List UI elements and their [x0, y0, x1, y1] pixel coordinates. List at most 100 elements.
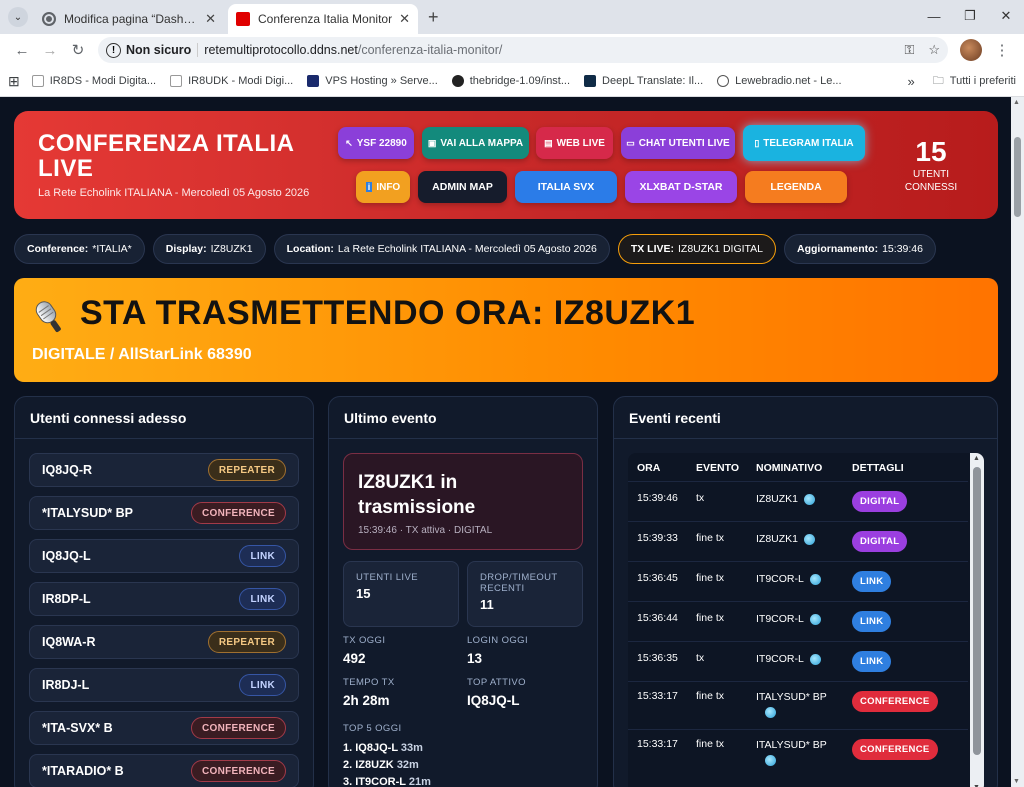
reload-icon[interactable]: ↻ — [64, 36, 92, 64]
connected-counter: 15 UTENTI CONNESSI — [886, 137, 976, 194]
last-event-card: IZ8UZK1 in trasmissione 15:39:46 · TX at… — [343, 453, 583, 550]
restore-button[interactable]: ❐ — [952, 0, 988, 32]
globe-icon[interactable] — [765, 706, 776, 718]
address-bar[interactable]: ! Non sicuro retemultiprotocollo.ddns.ne… — [98, 37, 948, 63]
table-scrollbar[interactable]: ▲ ▼ — [970, 453, 984, 787]
stat-label: UTENTI LIVE — [356, 572, 418, 583]
chat-button[interactable]: ▭ CHAT UTENTI LIVE — [621, 127, 735, 159]
stat-value: 11 — [480, 597, 494, 612]
type-badge: LINK — [239, 545, 286, 567]
globe-icon[interactable] — [809, 653, 821, 665]
italia-svx-button[interactable]: ITALIA SVX — [515, 171, 617, 203]
new-tab-button[interactable]: + — [428, 7, 439, 28]
window-controls: — ❐ ✕ — [916, 0, 1024, 32]
globe-icon[interactable] — [809, 613, 821, 625]
bookmark-item[interactable]: VPS Hosting » Serve... — [307, 75, 438, 87]
web-live-button[interactable]: ▤ WEB LIVE — [536, 127, 613, 159]
pill-value: 15:39:46 — [882, 243, 923, 255]
close-window-button[interactable]: ✕ — [988, 0, 1024, 32]
bookmark-item[interactable]: IR8UDK - Modi Digi... — [170, 75, 293, 87]
scrollbar-thumb[interactable] — [973, 467, 981, 755]
bookmark-item[interactable]: IR8DS - Modi Digita... — [31, 75, 157, 87]
tab-close-icon[interactable]: ✕ — [399, 11, 410, 27]
scroll-up-icon[interactable]: ▲ — [1013, 99, 1020, 106]
user-row[interactable]: IR8DJ-L LINK — [29, 668, 299, 702]
profile-avatar[interactable] — [960, 39, 982, 61]
tab-dashboard[interactable]: Modifica pagina “Dashboard Li... ✕ — [34, 4, 224, 34]
user-row[interactable]: IR8DP-L LINK — [29, 582, 299, 616]
url-text[interactable]: retemultiprotocollo.ddns.net/conferenza-… — [204, 43, 502, 57]
stat-value: 492 — [343, 651, 366, 666]
page-scrollbar[interactable]: ▲ ▼ — [1011, 97, 1024, 787]
menu-kebab-icon[interactable]: ⋮ — [988, 36, 1016, 64]
forward-arrow-icon[interactable]: → — [36, 36, 64, 64]
bookmark-star-icon[interactable]: ☆ — [928, 42, 940, 58]
user-callsign: *ITARADIO* B — [42, 764, 124, 778]
scroll-down-icon[interactable]: ▼ — [1013, 778, 1020, 785]
bookmark-item[interactable]: thebridge-1.09/inst... — [451, 75, 570, 87]
scrollbar-thumb[interactable] — [1014, 137, 1021, 217]
stat-label: TEMPO TX — [343, 677, 395, 688]
cursor-icon: ↖ — [345, 137, 353, 148]
map-button[interactable]: ▣ VAI ALLA MAPPA — [422, 127, 529, 159]
minimize-button[interactable]: — — [916, 0, 952, 32]
events-table: ORA EVENTO NOMINATIVO DETTAGLI 15:39:46 … — [628, 453, 984, 787]
top5-call: IZ8UZK — [355, 759, 394, 771]
pill-conference: Conference: *ITALIA* — [14, 234, 145, 264]
user-row[interactable]: *ITA-SVX* B CONFERENCE — [29, 711, 299, 745]
admin-map-button[interactable]: ADMIN MAP — [418, 171, 507, 203]
bookmark-item[interactable]: DeepL Translate: Il... — [584, 75, 703, 87]
bookmark-label: Lewebradio.net - Le... — [735, 75, 842, 87]
callsign-text: IT9COR-L — [756, 613, 804, 625]
bookmarks-overflow-button[interactable]: » — [908, 74, 915, 89]
pill-display: Display: IZ8UZK1 — [152, 234, 266, 264]
globe-icon[interactable] — [765, 754, 776, 766]
user-row[interactable]: IQ8JQ-R REPEATER — [29, 453, 299, 487]
user-row[interactable]: *ITARADIO* B CONFERENCE — [29, 754, 299, 787]
stat-drop-timeout: DROP/TIMEOUT RECENTI 11 — [467, 561, 583, 627]
cell-ora: 15:36:35 — [637, 652, 678, 664]
telegram-button[interactable]: ▯ TELEGRAM ITALIA — [743, 125, 865, 161]
cell-nominativo: ITALYSUD* BP — [756, 738, 846, 768]
user-row[interactable]: IQ8WA-R REPEATER — [29, 625, 299, 659]
globe-icon — [42, 12, 56, 26]
callsign-text: ITALYSUD* BP — [756, 691, 827, 703]
pill-value: IZ8UZK1 — [210, 243, 253, 255]
bookmark-item[interactable]: Lewebradio.net - Le... — [717, 75, 842, 87]
top5-call: IQ8JQ-L — [355, 742, 398, 754]
user-row[interactable]: IQ8JQ-L LINK — [29, 539, 299, 573]
detail-tag: CONFERENCE — [852, 739, 938, 760]
bookmark-label: VPS Hosting » Serve... — [325, 75, 438, 87]
tab-search-chevron-icon[interactable]: ⌄ — [8, 7, 28, 27]
top5-rank: 1. — [343, 742, 353, 754]
globe-icon[interactable] — [809, 573, 821, 585]
folder-icon: 🗀 — [932, 74, 944, 87]
hero-subtitle: La Rete Echolink ITALIANA - Mercoledì 05… — [38, 187, 310, 199]
globe-icon[interactable] — [804, 493, 816, 505]
bookmark-label: IR8DS - Modi Digita... — [49, 75, 157, 87]
panel-title: Eventi recenti — [614, 397, 997, 439]
tx-now-title: STA TRASMETTENDO ORA: IZ8UZK1 — [80, 294, 696, 332]
info-button[interactable]: i INFO — [356, 171, 410, 203]
bookmark-label: IR8UDK - Modi Digi... — [188, 75, 294, 87]
back-arrow-icon[interactable]: ← — [8, 36, 36, 64]
cell-evento: fine tx — [696, 612, 725, 624]
xlxbat-button[interactable]: XLXBAT D-STAR — [625, 171, 737, 203]
user-row[interactable]: *ITALYSUD* BP CONFERENCE — [29, 496, 299, 530]
security-label[interactable]: Non sicuro — [126, 43, 199, 57]
ysf-button[interactable]: ↖ YSF 22890 — [338, 127, 414, 159]
scroll-up-icon[interactable]: ▲ — [973, 455, 980, 462]
tab-close-icon[interactable]: ✕ — [205, 11, 216, 27]
globe-icon[interactable] — [804, 533, 816, 545]
all-bookmarks-folder[interactable]: Tutti i preferiti — [950, 75, 1016, 87]
top5-list: TOP 5 OGGI 1. IQ8JQ-L 33m 2. IZ8UZK 32m … — [343, 723, 431, 787]
tab-monitor[interactable]: Conferenza Italia Monitor ✕ — [228, 4, 418, 34]
key-icon[interactable]: ⚿ — [904, 42, 914, 58]
column-header-ora: ORA — [637, 462, 661, 474]
detail-tag: DIGITAL — [852, 491, 908, 512]
apps-grid-icon[interactable]: ⊞ — [8, 73, 20, 90]
info-pills: Conference: *ITALIA* Display: IZ8UZK1 Loca… — [14, 234, 936, 264]
site-favicon-icon — [236, 12, 250, 26]
cell-ora: 15:33:17 — [637, 738, 678, 750]
legenda-button[interactable]: LEGENDA — [745, 171, 847, 203]
